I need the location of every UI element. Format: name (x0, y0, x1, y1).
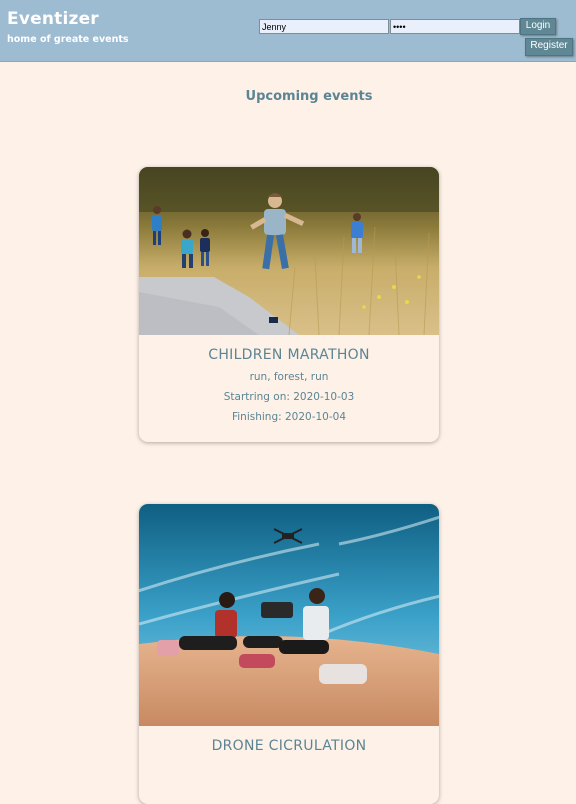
event-image-drone[interactable] (139, 504, 439, 726)
event-image-children-running[interactable] (139, 167, 439, 335)
password-input[interactable] (390, 19, 520, 34)
event-end-date: Finishing: 2020-10-04 (231, 411, 347, 423)
login-button[interactable]: Login (520, 18, 556, 35)
event-title: CHILDREN MARATHON (208, 347, 370, 363)
register-button[interactable]: Register (525, 38, 573, 56)
section-title: Upcoming events (245, 89, 373, 104)
children-running-photo (139, 167, 439, 335)
event-card[interactable]: DRONE CICRULATION (139, 504, 439, 804)
brand-subtitle: home of greate events (7, 34, 129, 45)
event-start-date: Startring on: 2020-10-03 (223, 391, 355, 403)
brand[interactable]: Eventizer home of greate events (7, 9, 129, 45)
drone-desert-photo (139, 504, 439, 726)
event-tags: run, forest, run (249, 371, 329, 383)
brand-title: Eventizer (7, 9, 99, 29)
event-title: DRONE CICRULATION (211, 738, 367, 754)
event-card[interactable]: CHILDREN MARATHON run, forest, run Start… (139, 167, 439, 442)
username-input[interactable] (259, 19, 389, 34)
top-header: Eventizer home of greate events Login Re… (0, 0, 576, 62)
